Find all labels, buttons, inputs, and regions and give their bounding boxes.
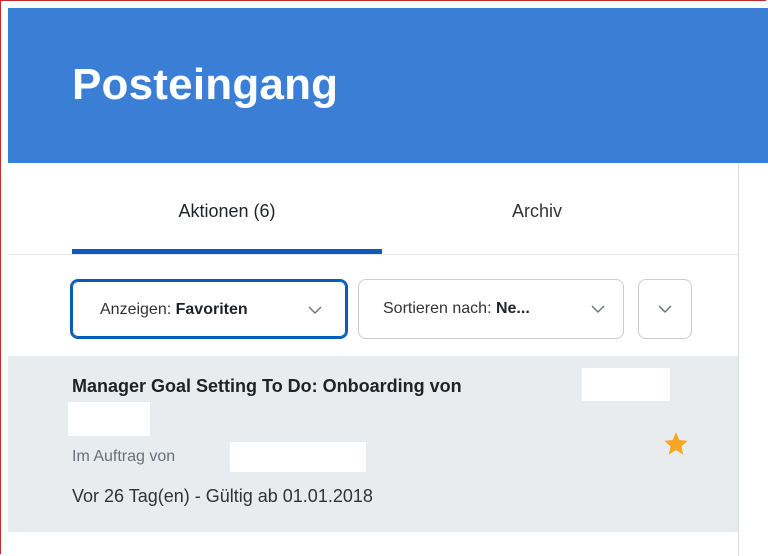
- item-title: Manager Goal Setting To Do: Onboarding v…: [72, 376, 462, 396]
- tab-aktionen[interactable]: Aktionen (6): [72, 163, 382, 255]
- show-filter-text: Anzeigen: Favoriten: [100, 301, 248, 319]
- chevron-down-icon: [658, 305, 672, 313]
- redaction-block: [230, 442, 366, 472]
- sort-value: Ne...: [495, 300, 530, 317]
- tab-archiv-label: Archiv: [511, 201, 562, 221]
- star-icon[interactable]: [662, 430, 690, 458]
- show-filter-value: Favoriten: [175, 301, 248, 318]
- header-bar: Posteingang: [8, 8, 768, 163]
- more-options-dropdown[interactable]: [638, 279, 692, 339]
- page-title: Posteingang: [72, 60, 339, 109]
- show-filter-dropdown[interactable]: Anzeigen: Favoriten: [70, 279, 348, 339]
- sort-dropdown[interactable]: Sortieren nach: Ne...: [358, 279, 624, 339]
- show-filter-label: Anzeigen:: [100, 301, 172, 318]
- inbox-panel: Aktionen (6) Archiv Anzeigen: Favoriten …: [8, 163, 739, 556]
- redaction-block: [68, 402, 150, 436]
- sort-label: Sortieren nach:: [383, 300, 492, 317]
- redaction-block: [582, 368, 670, 401]
- right-gutter: [739, 163, 768, 556]
- tab-archiv[interactable]: Archiv: [382, 163, 692, 255]
- chevron-down-icon: [591, 305, 605, 313]
- tab-bar: Aktionen (6) Archiv: [72, 163, 692, 255]
- tab-aktionen-label: Aktionen (6): [178, 201, 276, 221]
- chevron-down-icon: [308, 306, 322, 314]
- item-subtitle: Im Auftrag von: [72, 448, 176, 465]
- sort-text: Sortieren nach: Ne...: [383, 300, 530, 318]
- list-item[interactable]: Manager Goal Setting To Do: Onboarding v…: [8, 356, 738, 532]
- item-meta: Vor 26 Tag(en) - Gültig ab 01.01.2018: [72, 486, 373, 506]
- tabs-divider: [8, 254, 738, 255]
